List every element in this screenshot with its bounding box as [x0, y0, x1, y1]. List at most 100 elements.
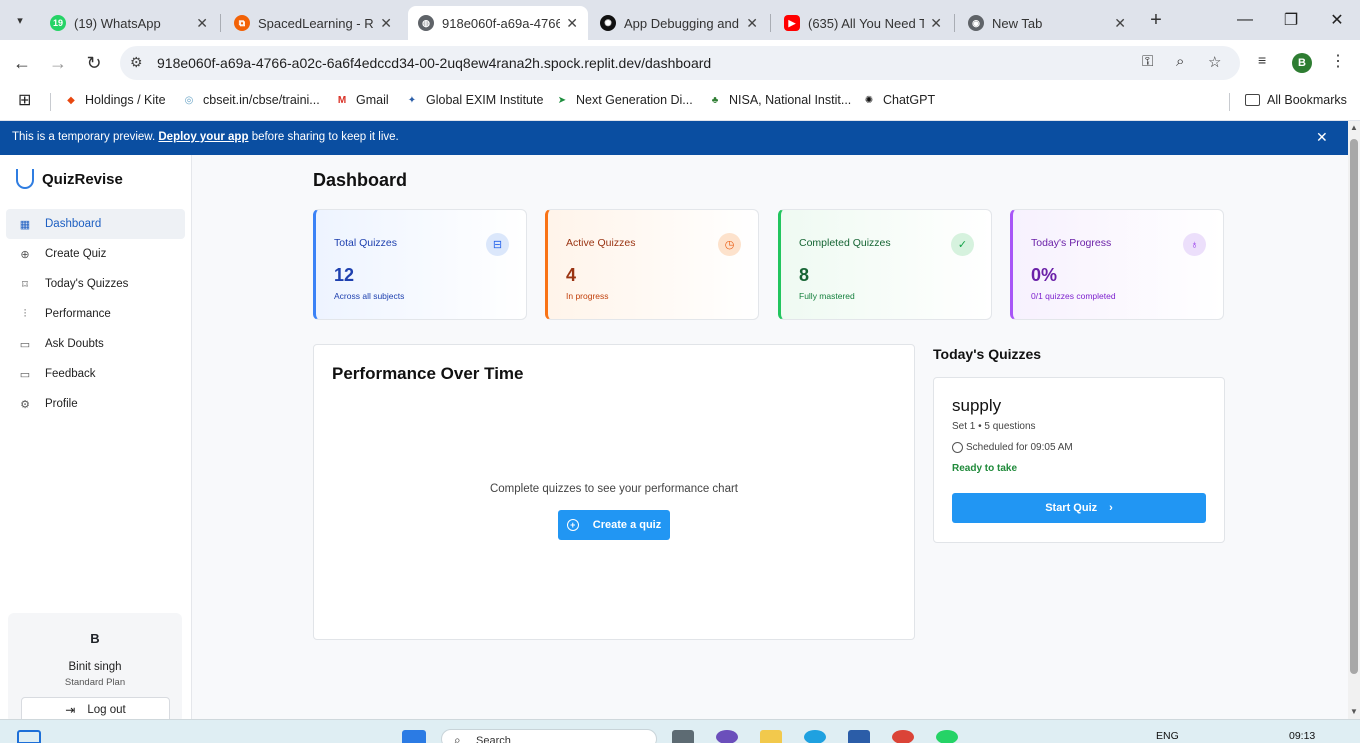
- brand[interactable]: QuizRevise: [16, 169, 123, 189]
- replit-icon: ⧉: [234, 15, 250, 31]
- bar-chart-icon: ⫶: [23, 307, 27, 320]
- scroll-up-icon[interactable]: ▲: [1350, 123, 1358, 132]
- browser-tab-active[interactable]: ◍ 918e060f-a69a-4766-a02c ✕: [408, 6, 588, 40]
- start-quiz-button[interactable]: Start Quiz ›: [952, 493, 1206, 523]
- whatsapp-taskbar-icon[interactable]: [936, 730, 958, 743]
- bookmark-kite[interactable]: ◆ Holdings / Kite: [64, 93, 165, 107]
- stat-card-todays-progress: Today's Progress 0% 0/1 quizzes complete…: [1010, 209, 1224, 320]
- page-scrollbar[interactable]: ▲ ▼: [1348, 121, 1360, 719]
- close-tab-icon[interactable]: ✕: [1114, 15, 1126, 32]
- sidebar-item-performance[interactable]: ⫶ Performance: [6, 299, 185, 329]
- new-tab-button[interactable]: +: [1144, 8, 1168, 32]
- close-tab-icon[interactable]: ✕: [196, 15, 208, 32]
- whatsapp-icon: 19: [50, 15, 66, 31]
- sidebar-item-dashboard[interactable]: ▦ Dashboard: [6, 209, 185, 239]
- bookmark-cbseit[interactable]: ◎ cbseit.in/cbse/traini...: [182, 93, 320, 107]
- message-icon: ▭: [19, 338, 31, 351]
- chrome-icon: ◉: [968, 15, 984, 31]
- tab-search-button[interactable]: ▾: [8, 8, 32, 32]
- sidebar-item-profile[interactable]: ⚙ Profile: [6, 389, 185, 419]
- browser-tab-youtube[interactable]: ▶ (635) All You Need To ✕: [774, 6, 952, 40]
- globe-icon: ◍: [418, 15, 434, 31]
- site-info-icon[interactable]: ⚙: [130, 54, 143, 71]
- close-tab-icon[interactable]: ✕: [746, 15, 758, 32]
- bookmark-nisa[interactable]: ♣ NISA, National Instit...: [708, 93, 852, 107]
- browser-tab-newtab[interactable]: ◉ New Tab ✕: [958, 6, 1136, 40]
- file-explorer-icon[interactable]: [760, 730, 782, 743]
- cbse-icon: ◎: [184, 94, 194, 106]
- language-indicator[interactable]: ENG: [1156, 730, 1179, 742]
- scroll-down-icon[interactable]: ▼: [1350, 707, 1358, 716]
- reload-button[interactable]: ↻: [81, 50, 107, 76]
- bookmark-global-exim[interactable]: ✦ Global EXIM Institute: [405, 93, 544, 107]
- close-window-button[interactable]: ✕: [1314, 6, 1360, 34]
- logout-button[interactable]: ⇥ Log out: [21, 697, 170, 719]
- sidebar-item-ask-doubts[interactable]: ▭ Ask Doubts: [6, 329, 185, 359]
- chatgpt-icon: ✺: [864, 94, 874, 106]
- apps-grid-icon[interactable]: ⊞: [18, 90, 31, 110]
- user-card: B Binit singh Standard Plan ⇥ Log out: [8, 613, 182, 719]
- close-tab-icon[interactable]: ✕: [380, 15, 392, 32]
- quiz-card: supply Set 1 • 5 questions Scheduled for…: [933, 377, 1225, 543]
- gmail-icon: M: [337, 94, 347, 106]
- restore-button[interactable]: ❐: [1268, 6, 1314, 34]
- performance-card: Performance Over Time Complete quizzes t…: [313, 344, 915, 640]
- minimize-button[interactable]: —: [1222, 6, 1268, 34]
- browser-tab-whatsapp[interactable]: 19 (19) WhatsApp ✕: [40, 6, 218, 40]
- clock-icon: ◷: [718, 233, 741, 256]
- stat-card-completed-quizzes: Completed Quizzes 8 Fully mastered ✓: [778, 209, 992, 320]
- profile-avatar[interactable]: B: [1292, 53, 1312, 73]
- quiz-name: supply: [952, 396, 1002, 415]
- zoom-icon[interactable]: ⌕: [1176, 53, 1184, 70]
- widgets-icon[interactable]: [17, 730, 41, 743]
- sidebar-item-feedback[interactable]: ▭ Feedback: [6, 359, 185, 389]
- sidebar-item-todays-quizzes[interactable]: ⌑ Today's Quizzes: [6, 269, 185, 299]
- close-banner-icon[interactable]: ✕: [1316, 129, 1328, 146]
- browser-tab-chatgpt[interactable]: ✺ App Debugging and ✕: [590, 6, 768, 40]
- book-icon: ⌑: [22, 278, 28, 291]
- chevron-right-icon: ›: [1109, 502, 1113, 514]
- chrome-taskbar-icon[interactable]: [892, 730, 914, 743]
- performance-empty-state: Complete quizzes to see your performance…: [489, 483, 738, 495]
- clock[interactable]: 09:13: [1289, 730, 1315, 742]
- teams-icon[interactable]: [716, 730, 738, 743]
- stat-card-total-quizzes: Total Quizzes 12 Across all subjects ⊟: [313, 209, 527, 320]
- media-control-icon[interactable]: ≡: [1258, 52, 1266, 68]
- browser-tab-replit[interactable]: ⧉ SpacedLearning - Replit ✕: [224, 6, 402, 40]
- all-bookmarks-button[interactable]: All Bookmarks: [1245, 93, 1347, 107]
- user-name: Binit singh: [68, 661, 122, 673]
- edge-icon[interactable]: [804, 730, 826, 743]
- sidebar: QuizRevise ▦ Dashboard ⊕ Create Quiz ⌑ T…: [0, 155, 192, 719]
- windows-taskbar: ⌕ Search ENG 09:13: [0, 719, 1360, 743]
- folder-icon: [1245, 94, 1260, 106]
- bookmark-chatgpt[interactable]: ✺ ChatGPT: [862, 93, 935, 107]
- store-icon[interactable]: [848, 730, 870, 743]
- close-tab-icon[interactable]: ✕: [566, 15, 578, 32]
- deploy-app-link[interactable]: Deploy your app: [158, 131, 248, 143]
- browser-menu-icon[interactable]: ⋮: [1330, 51, 1346, 71]
- bookmark-star-icon[interactable]: ☆: [1208, 53, 1221, 71]
- windows-start-icon[interactable]: [402, 730, 426, 743]
- preview-banner: This is a temporary preview. Deploy your…: [0, 121, 1360, 155]
- taskbar-search[interactable]: ⌕ Search: [441, 729, 657, 743]
- back-button[interactable]: ←: [9, 50, 35, 76]
- page-title: Dashboard: [313, 170, 408, 190]
- password-key-icon[interactable]: ⚿: [1142, 53, 1153, 70]
- scroll-thumb[interactable]: [1350, 139, 1358, 674]
- forward-button[interactable]: →: [45, 50, 71, 76]
- create-quiz-button[interactable]: + Create a quiz: [558, 510, 670, 540]
- dashboard-icon: ▦: [19, 218, 31, 231]
- close-tab-icon[interactable]: ✕: [930, 15, 942, 32]
- task-view-icon[interactable]: [672, 730, 694, 743]
- bookmark-next-generation[interactable]: ➤ Next Generation Di...: [555, 93, 693, 107]
- quizrevise-logo-icon: [16, 169, 34, 189]
- quiz-status: Ready to take: [952, 463, 1018, 474]
- address-bar[interactable]: ⚙ 918e060f-a69a-4766-a02c-6a6f4edccd34-0…: [120, 46, 1240, 80]
- sidebar-item-create-quiz[interactable]: ⊕ Create Quiz: [6, 239, 185, 269]
- url-text[interactable]: 918e060f-a69a-4766-a02c-6a6f4edccd34-00-…: [157, 55, 711, 71]
- bookmark-gmail[interactable]: M Gmail: [335, 93, 389, 107]
- bookmarks-bar: ⊞ ◆ Holdings / Kite ◎ cbseit.in/cbse/tra…: [0, 86, 1360, 120]
- todays-quizzes-title: Today's Quizzes: [933, 346, 1042, 362]
- avatar: B: [90, 631, 100, 646]
- message-square-icon: ▭: [19, 368, 31, 381]
